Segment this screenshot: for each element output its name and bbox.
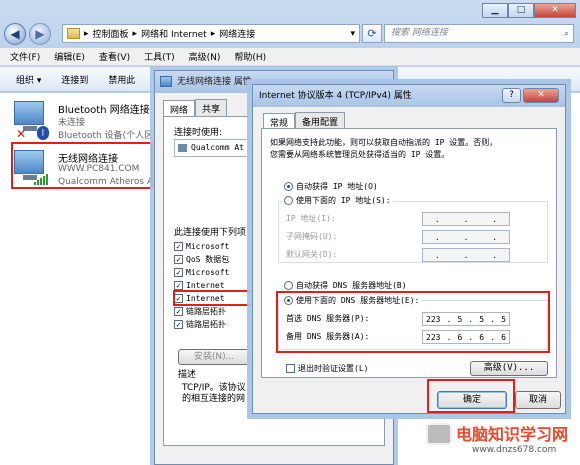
tab-sharing[interactable]: 共享 <box>195 99 228 117</box>
menu-edit[interactable]: 编辑(E) <box>54 50 85 63</box>
search-input[interactable]: 搜索 网络连接 ⌕ <box>384 24 574 43</box>
validate-checkbox[interactable]: 退出时验证设置(L) <box>286 363 368 374</box>
menu-advanced[interactable]: 高级(N) <box>189 50 221 63</box>
monitor-logo-icon <box>426 423 452 445</box>
menu-help[interactable]: 帮助(H) <box>234 50 266 63</box>
cancel-button[interactable]: 取消 <box>515 391 561 409</box>
install-button[interactable]: 安装(N)... <box>178 349 250 365</box>
highlight-dns <box>276 291 550 353</box>
organize-button[interactable]: 组织 ▾ <box>16 73 41 86</box>
auto-ip-radio[interactable]: 自动获得 IP 地址(O) <box>284 181 378 192</box>
ipv4-panel: 如果网络支持此功能，则可以获取自动指派的 IP 设置。否则， 您需要从网络系统管… <box>261 128 557 378</box>
adapter-icon <box>178 144 187 152</box>
close-button[interactable]: ✕ <box>523 88 559 103</box>
gateway-field[interactable]: ... <box>422 248 510 262</box>
manual-ip-radio[interactable]: 使用下面的 IP 地址(S): <box>282 195 393 206</box>
advanced-button[interactable]: 高级(V)... <box>470 361 548 376</box>
menu-bar: 文件(F) 编辑(E) 查看(V) 工具(T) 高级(N) 帮助(H) <box>0 48 580 66</box>
watermark: 电脑知识学习网 www.dnzs678.com <box>426 421 576 461</box>
refresh-icon[interactable]: ⟳ <box>362 24 382 43</box>
adapter-field: Qualcomm At <box>174 139 264 157</box>
address-bar[interactable]: ▸ 控制面板 ▸ 网络和 Internet ▸ 网络连接 ▾ <box>62 24 360 43</box>
bluetooth-icon: ᛒ <box>37 126 49 140</box>
disconnected-icon: ✕ <box>16 127 27 141</box>
minimize-button[interactable]: ▁ <box>482 3 508 18</box>
menu-file[interactable]: 文件(F) <box>10 50 40 63</box>
search-icon: ⌕ <box>563 29 569 39</box>
breadcrumb-control-panel[interactable]: 控制面板 <box>93 27 129 40</box>
subnet-mask-field[interactable]: ... <box>422 230 510 244</box>
highlight-ipv4-item <box>173 290 264 306</box>
help-button[interactable]: ? <box>502 88 521 103</box>
connect-to-button[interactable]: 连接到 <box>61 73 88 86</box>
close-button[interactable]: ✕ <box>534 3 576 18</box>
props-tabs: 网络 共享 <box>163 99 228 118</box>
window-controls: ▁ □ ✕ <box>482 3 576 18</box>
breadcrumb-network-internet[interactable]: 网络和 Internet <box>141 27 207 40</box>
chevron-down-icon[interactable]: ▾ <box>350 29 359 39</box>
highlight-ok <box>427 379 515 413</box>
menu-tools[interactable]: 工具(T) <box>144 50 175 63</box>
ipv4-properties-dialog: Internet 协议版本 4 (TCP/IPv4) 属性 ? ✕ 常规 备用配… <box>252 84 566 414</box>
network-icon <box>160 76 172 87</box>
bluetooth-connection[interactable]: ✕ ᛒ Bluetooth 网络连接 未连接 Bluetooth 设备(个人区 <box>12 99 162 143</box>
back-button[interactable]: ◀ <box>4 23 26 45</box>
breadcrumb-network-connections[interactable]: 网络连接 <box>219 27 255 40</box>
control-panel-icon <box>67 28 80 39</box>
highlight-wireless <box>11 142 153 189</box>
auto-dns-radio[interactable]: 自动获得 DNS 服务器地址(B) <box>284 280 407 291</box>
computer-icon <box>14 101 44 131</box>
menu-view[interactable]: 查看(V) <box>99 50 130 63</box>
maximize-button[interactable]: □ <box>508 3 534 18</box>
forward-button[interactable]: ▶ <box>29 23 51 45</box>
disable-button[interactable]: 禁用此 <box>108 73 135 86</box>
ip-address-field[interactable]: ... <box>422 212 510 226</box>
